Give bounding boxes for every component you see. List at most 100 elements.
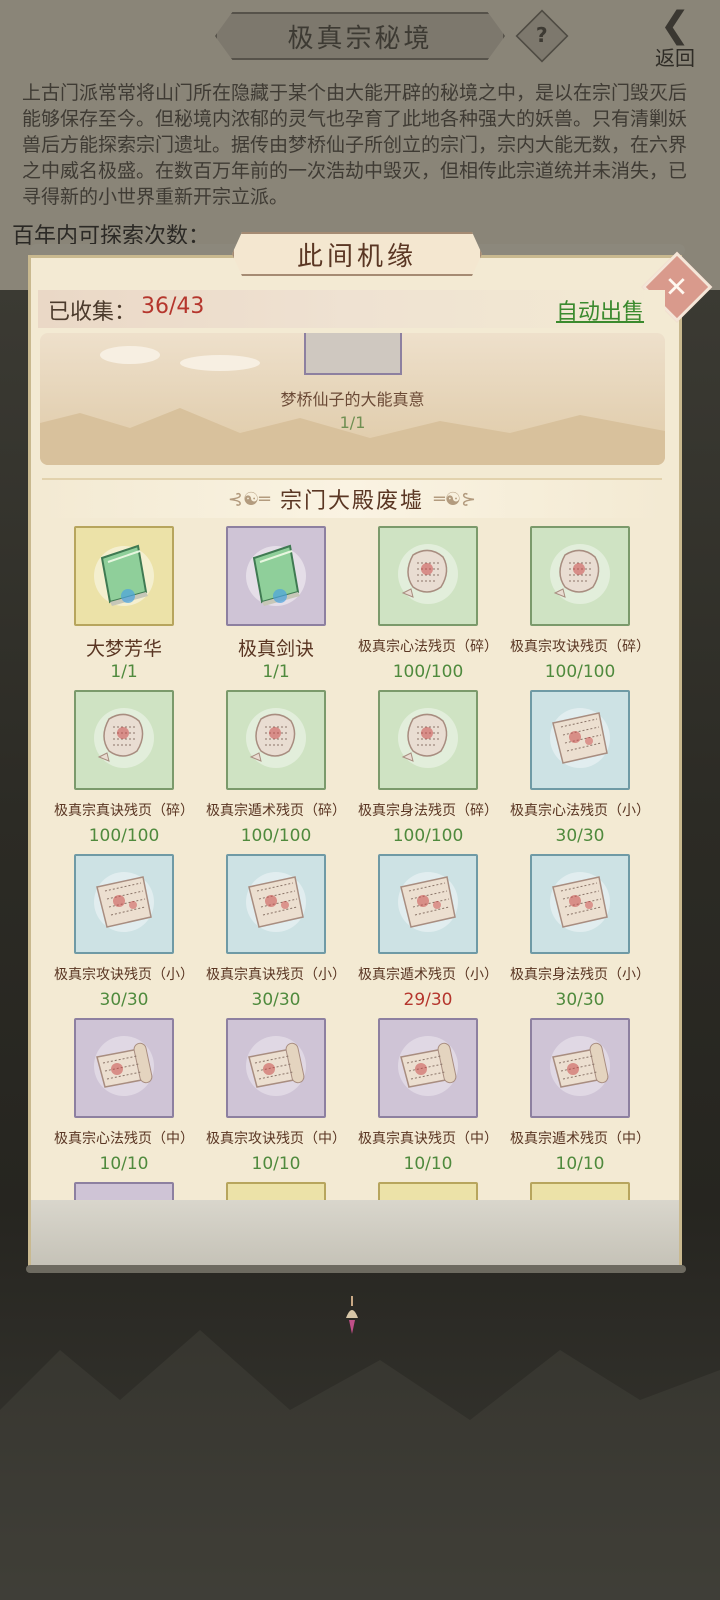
item-name: 极真宗心法残页（碎） [358,639,498,655]
reward-item[interactable] [496,1176,652,1200]
item-count: 10/10 [403,1154,453,1174]
scroll-icon [87,1029,161,1107]
reward-item[interactable] [344,1176,500,1200]
reward-item[interactable]: 极真宗心法残页（中） 10/10 [40,1012,196,1176]
panel-bottom-strip [28,1200,682,1270]
scroll-icon [391,1029,465,1107]
item-name: 极真宗攻诀残页（碎） [510,639,650,655]
item-count: 100/100 [240,826,312,846]
scroll-icon [239,1029,313,1107]
top-reward-name: 梦桥仙子的大能真意 [280,390,425,409]
item-name: 极真宗真诀残页（中） [358,1131,498,1147]
reward-item[interactable]: 极真宗攻诀残页（碎） 100/100 [496,520,652,684]
torn-page-icon [543,537,617,615]
item-frame [226,690,326,790]
reward-item[interactable] [40,1176,196,1200]
ornament-right-icon: ═☯⊱ [434,488,477,510]
page-title: 极真宗秘境 [215,12,505,60]
item-count: 100/100 [392,826,464,846]
torn-page-icon [87,701,161,779]
item-frame [378,690,478,790]
scroll-rod-bottom [26,1265,686,1273]
item-name: 极真宗身法残页（小） [510,967,650,983]
reward-item[interactable]: 极真宗攻诀残页（小） 30/30 [40,848,196,1012]
item-name: 极真宗心法残页（小） [510,803,650,819]
item-frame [378,526,478,626]
item-name: 极真宗攻诀残页（中） [206,1131,346,1147]
item-count: 10/10 [555,1154,605,1174]
torn-page-icon [239,701,313,779]
item-name: 极真宗遁术残页（小） [358,967,498,983]
reward-item[interactable]: 极真宗心法残页（碎） 100/100 [344,520,500,684]
item-name: 极真宗真诀残页（小） [206,967,346,983]
reward-item[interactable] [192,1176,348,1200]
reward-item[interactable]: 极真宗遁术残页（中） 10/10 [496,1012,652,1176]
top-reward-card[interactable]: 梦桥仙子的大能真意 1/1 [40,333,665,465]
help-icon: ? [536,24,548,48]
close-icon: ✕ [665,270,689,304]
item-count: 1/1 [110,662,138,682]
reward-item[interactable]: 极真剑诀 1/1 [192,520,348,684]
item-count: 30/30 [251,990,301,1010]
top-reward-count: 1/1 [339,413,366,432]
item-frame [226,1018,326,1118]
item-frame [378,1018,478,1118]
back-button[interactable]: ❮ 返回 [640,5,710,71]
item-count: 10/10 [251,1154,301,1174]
item-count: 100/100 [88,826,160,846]
torn-page-icon [391,701,465,779]
reward-item[interactable]: 极真宗真诀残页（小） 30/30 [192,848,348,1012]
section-title: 宗门大殿废墟 [279,489,424,514]
back-arrow-icon: ❮ [659,5,691,46]
item-frame [74,1182,174,1200]
auto-sell-button[interactable]: 自动出售 [556,294,644,326]
cloud-decoration [100,346,260,371]
reward-item[interactable]: 极真宗心法残页（小） 30/30 [496,684,652,848]
reward-item[interactable]: 极真宗遁术残页（碎） 100/100 [192,684,348,848]
item-frame [530,854,630,954]
item-count: 30/30 [555,990,605,1010]
item-count: 10/10 [99,1154,149,1174]
reward-item[interactable]: 极真宗真诀残页（中） 10/10 [344,1012,500,1176]
item-count: 29/30 [403,990,453,1010]
intro-text: 上古门派常常将山门所在隐藏于某个由大能开辟的秘境之中，是以在宗门毁灭后能够保存至… [22,82,688,208]
item-frame [74,1018,174,1118]
page-icon [87,865,161,943]
item-count: 30/30 [99,990,149,1010]
item-name: 极真宗攻诀残页（小） [54,967,194,983]
item-count: 100/100 [392,662,464,682]
reward-item[interactable]: 极真宗身法残页（小） 30/30 [496,848,652,1012]
page-icon [543,865,617,943]
reward-item[interactable]: 极真宗遁术残页（小） 29/30 [344,848,500,1012]
torn-page-icon [391,537,465,615]
item-name: 极真宗心法残页（中） [54,1131,194,1147]
item-frame [74,690,174,790]
item-frame [74,854,174,954]
item-frame [530,526,630,626]
reward-item[interactable]: 极真宗身法残页（碎） 100/100 [344,684,500,848]
reward-item[interactable]: 大梦芳华 1/1 [40,520,196,684]
item-frame [226,526,326,626]
item-frame [530,1018,630,1118]
back-label: 返回 [655,46,695,70]
collected-label: 已收集： [48,300,137,325]
item-name: 极真剑诀 [237,638,314,660]
item-frame [530,690,630,790]
bell-icon [346,1296,358,1334]
page-icon [239,865,313,943]
item-frame [74,526,174,626]
page-icon [543,701,617,779]
item-name: 极真宗身法残页（碎） [358,803,498,819]
modal-title: 此间机缘 [232,232,482,276]
reward-item[interactable]: 极真宗真诀残页（碎） 100/100 [40,684,196,848]
item-name: 极真宗遁术残页（中） [510,1131,650,1147]
reward-item[interactable]: 极真宗攻诀残页（中） 10/10 [192,1012,348,1176]
item-grid: 大梦芳华 1/1 极真剑诀 1/1 极真宗心法残页（碎） 100/100 极真宗攻诀残页（碎… [40,520,665,1200]
item-name: 大梦芳华 [85,638,162,660]
item-frame [226,1182,326,1200]
item-frame [530,1182,630,1200]
page-icon [391,865,465,943]
item-count: 30/30 [555,826,605,846]
item-frame [378,854,478,954]
top-reward-icon-frame [304,333,402,375]
